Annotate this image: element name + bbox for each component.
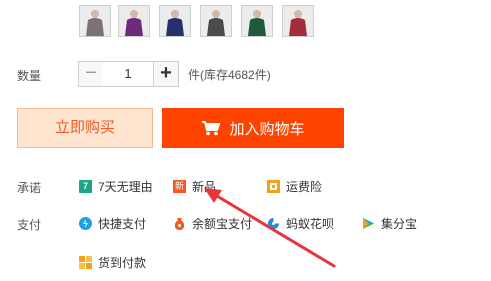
quantity-label: 数量 <box>17 69 42 83</box>
add-to-cart-label: 加入购物车 <box>229 120 305 138</box>
payment-yuebao[interactable]: 余额宝支付 <box>173 215 252 232</box>
payment-huabei[interactable]: 蚂蚁花呗 <box>267 215 334 232</box>
payment-jifenbao[interactable]: 集分宝 <box>362 215 417 232</box>
shipping-insurance-icon <box>267 180 280 193</box>
service-new[interactable]: 新 新品 <box>173 178 216 195</box>
quantity-input[interactable]: 1 <box>103 61 153 87</box>
stock-text: 件(库存4682件) <box>188 68 271 82</box>
color-thumb-navy[interactable] <box>159 5 191 37</box>
new-icon: 新 <box>173 180 186 193</box>
huabei-icon <box>267 217 280 230</box>
color-thumb-green[interactable] <box>241 5 273 37</box>
payment-label: 支付 <box>17 218 42 232</box>
quantity-increment-button[interactable]: + <box>153 61 179 87</box>
service-seven-days[interactable]: 7 7天无理由 <box>79 178 153 195</box>
yuebao-icon <box>173 217 186 230</box>
cart-icon <box>201 120 221 136</box>
seven-days-icon: 7 <box>79 180 92 193</box>
add-to-cart-button[interactable]: 加入购物车 <box>162 108 344 148</box>
quick-pay-icon <box>79 217 92 230</box>
color-thumb-purple[interactable] <box>118 5 150 37</box>
payment-cod[interactable]: 货到付款 <box>79 254 146 271</box>
payment-quick-pay[interactable]: 快捷支付 <box>79 215 146 232</box>
promise-label: 承诺 <box>17 181 42 195</box>
service-shipping-insurance[interactable]: 运费险 <box>267 178 322 195</box>
jifenbao-icon <box>362 217 375 230</box>
buy-now-button[interactable]: 立即购买 <box>17 108 153 148</box>
quantity-decrement-button[interactable]: − <box>78 61 104 87</box>
color-thumb-red[interactable] <box>282 5 314 37</box>
cod-icon <box>79 256 92 269</box>
color-thumb-charcoal[interactable] <box>200 5 232 37</box>
color-thumb-gray[interactable] <box>79 5 111 37</box>
